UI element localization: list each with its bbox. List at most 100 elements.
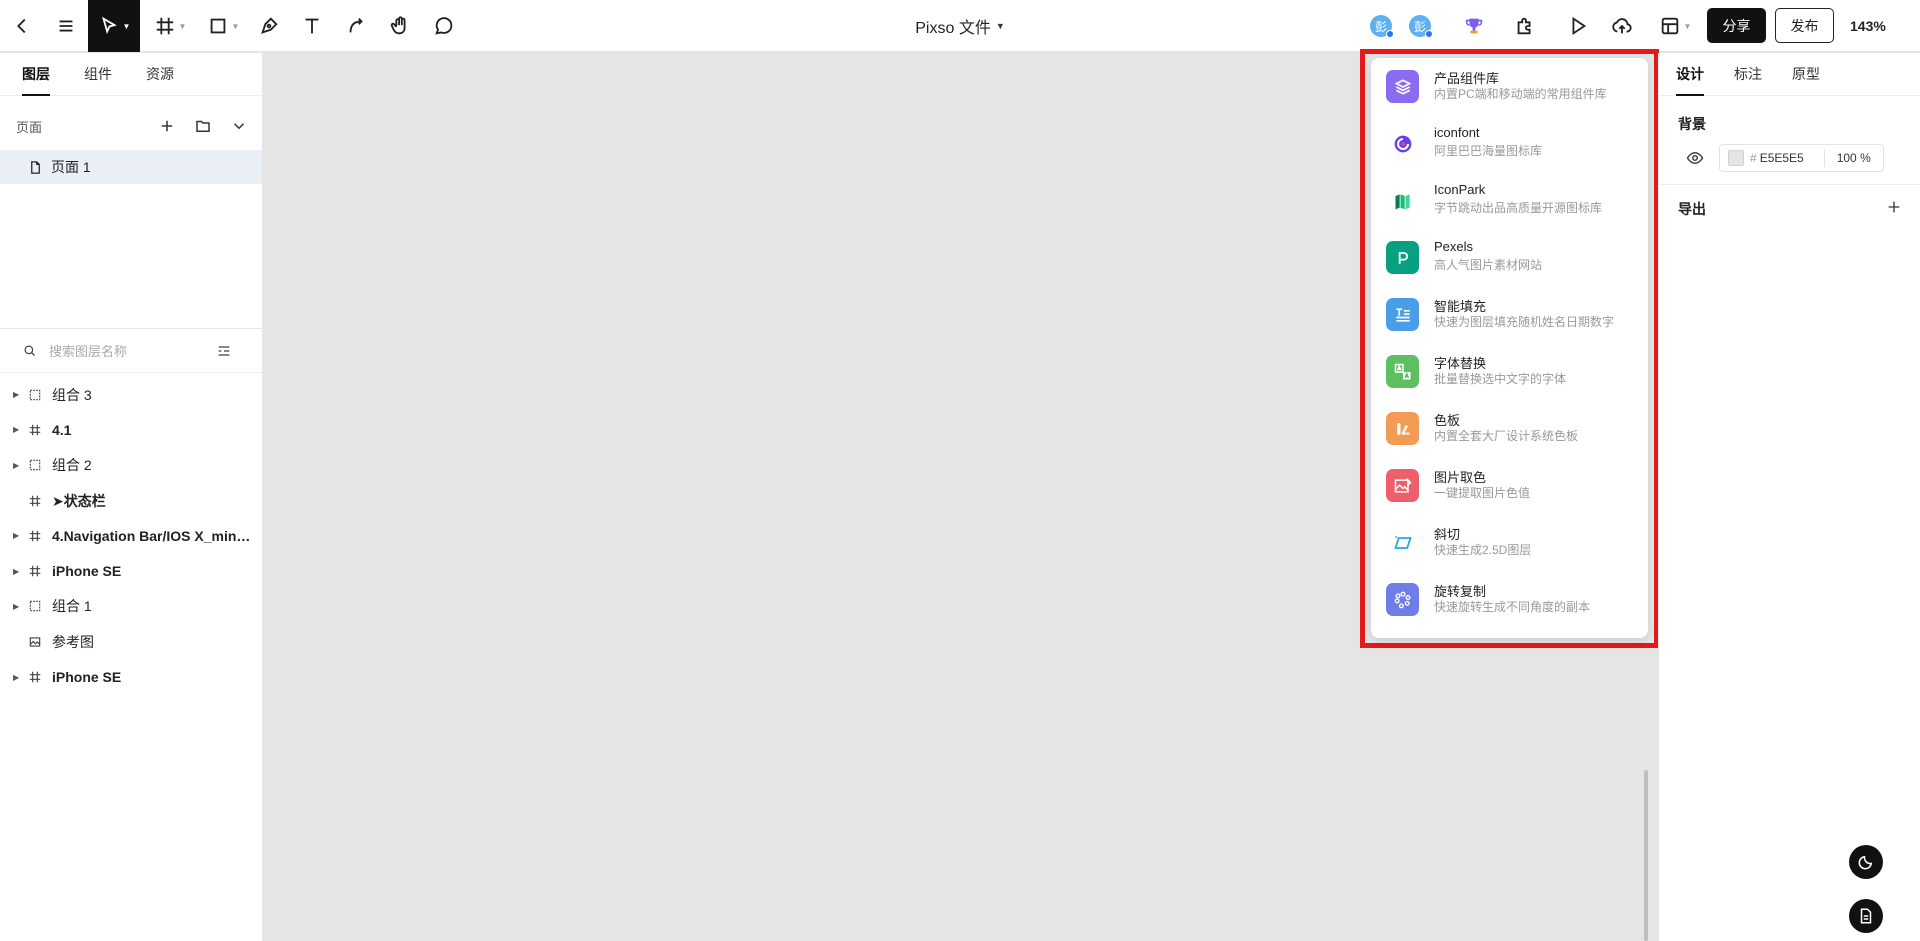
layer-row[interactable]: ▶ 组合 2	[0, 448, 262, 483]
presence-dot	[1425, 30, 1433, 38]
avatar[interactable]: 彭	[1409, 15, 1433, 38]
layer-name: iPhone SE	[52, 669, 122, 686]
shape-tool-button[interactable]: ▼	[205, 0, 241, 52]
layer-row[interactable]: ▶ iPhone SE	[0, 659, 262, 694]
layout-button[interactable]: ▼	[1656, 0, 1694, 52]
layer-row[interactable]: ▶ iPhone SE	[0, 553, 262, 588]
layer-search-input[interactable]: 搜索图层名称	[0, 329, 262, 373]
right-tabs: 设计 标注 原型	[1659, 53, 1920, 96]
expand-arrow-icon[interactable]: ▶	[13, 567, 19, 576]
presence-dot	[1386, 30, 1394, 38]
background-row: # E5E5E5 100 %	[1686, 144, 1896, 172]
layer-name: 4.Navigation Bar/IOS X_minimal	[52, 527, 252, 544]
frame-tool-button[interactable]: ▼	[152, 0, 188, 52]
connector-tool-icon[interactable]	[343, 0, 369, 52]
expand-arrow-icon[interactable]: ▶	[13, 461, 19, 470]
share-button[interactable]: 分享	[1707, 8, 1766, 43]
expand-arrow-icon[interactable]: ▶	[13, 390, 19, 399]
tab-assets[interactable]: 资源	[146, 53, 174, 96]
expand-arrow-icon[interactable]: ▶	[13, 602, 19, 611]
background-color-field[interactable]: # E5E5E5 100 %	[1719, 144, 1884, 172]
filter-icon[interactable]	[216, 343, 232, 359]
plugin-desc: 快速生成2.5D图层	[1434, 543, 1532, 557]
zoom-level[interactable]: 143%	[1850, 0, 1886, 52]
plugin-item-font-replace[interactable]: 字体替换 批量替换选中文字的字体	[1371, 343, 1648, 400]
plugin-name: Pexels	[1434, 239, 1474, 254]
expand-arrow-icon[interactable]: ▶	[13, 673, 19, 682]
tab-annotate[interactable]: 标注	[1734, 53, 1762, 96]
plugin-item-product-components[interactable]: 产品组件库 内置PC端和移动端的常用组件库	[1371, 58, 1648, 115]
canvas-scrollbar[interactable]	[1644, 770, 1648, 941]
image-color-picker-icon	[1386, 469, 1419, 502]
dark-mode-toggle[interactable]	[1849, 845, 1883, 879]
tab-components[interactable]: 组件	[84, 53, 112, 96]
file-title: Pixso 文件	[915, 20, 991, 37]
left-tabs: 图层 组件 资源	[0, 53, 262, 96]
folder-icon[interactable]	[194, 117, 212, 135]
layer-name: 组合 2	[52, 457, 92, 474]
play-icon[interactable]	[1565, 0, 1591, 52]
cloud-upload-icon[interactable]	[1609, 0, 1635, 52]
layer-row[interactable]: ▶ 4.1	[0, 412, 262, 447]
tab-design[interactable]: 设计	[1676, 53, 1704, 96]
trophy-icon[interactable]	[1461, 0, 1487, 52]
plugin-item-smart-fill[interactable]: 智能填充 快速为图层填充随机姓名日期数字	[1371, 286, 1648, 343]
back-icon[interactable]	[8, 0, 36, 52]
plugin-name: iconfont	[1434, 125, 1480, 140]
plugin-item-rotate-copy[interactable]: 旋转复制 快速旋转生成不同角度的副本	[1371, 571, 1648, 628]
comment-tool-icon[interactable]	[431, 0, 457, 52]
pen-tool-icon[interactable]	[256, 0, 282, 52]
background-section-title: 背景	[1678, 116, 1706, 132]
color-swatch[interactable]	[1728, 150, 1744, 166]
publish-button[interactable]: 发布	[1775, 8, 1834, 43]
hand-tool-icon[interactable]	[387, 0, 413, 52]
notes-button[interactable]	[1849, 899, 1883, 933]
expand-arrow-icon[interactable]: ▶	[13, 531, 19, 540]
chevron-down-icon: ▼	[122, 21, 131, 31]
plugin-item-iconfont[interactable]: iconfont 阿里巴巴海量图标库	[1371, 115, 1648, 172]
plugin-menu: 产品组件库 内置PC端和移动端的常用组件库 iconfont 阿里巴巴海量图标库…	[1371, 58, 1648, 638]
add-export-icon[interactable]	[1886, 199, 1902, 215]
chevron-down-icon: ▼	[995, 21, 1005, 31]
skew-icon	[1386, 526, 1419, 559]
hex-value[interactable]: E5E5E5	[1760, 151, 1824, 165]
file-title-dropdown[interactable]: Pixso 文件 ▼	[915, 0, 1005, 52]
layer-row[interactable]: ▶ 4.Navigation Bar/IOS X_minimal	[0, 518, 262, 553]
export-section-title: 导出	[1678, 201, 1706, 217]
opacity-value[interactable]: 100 %	[1837, 151, 1871, 165]
layer-name: 参考图	[52, 633, 94, 650]
plugin-item-palette[interactable]: 色板 内置全套大厂设计系统色板	[1371, 400, 1648, 457]
plugin-item-skew[interactable]: 斜切 快速生成2.5D图层	[1371, 514, 1648, 571]
layer-row[interactable]: ▶ 组合 3	[0, 377, 262, 412]
frame-icon	[156, 17, 173, 35]
chevron-down-icon[interactable]	[230, 117, 248, 135]
move-tool-button[interactable]: ▼	[88, 0, 140, 52]
layer-row[interactable]: 参考图	[0, 624, 262, 659]
chevron-down-icon: ▼	[231, 21, 240, 31]
eye-icon[interactable]	[1686, 149, 1704, 167]
menu-icon[interactable]	[52, 0, 80, 52]
frame-icon	[29, 671, 41, 683]
pages-header: 页面	[0, 97, 262, 155]
plugin-icon[interactable]	[1512, 0, 1538, 52]
expand-arrow-icon[interactable]: ▶	[13, 425, 19, 434]
plugin-item-iconpark[interactable]: IconPark 字节跳动出品高质量开源图标库	[1371, 172, 1648, 229]
rotate-copy-icon	[1386, 583, 1419, 616]
plugin-item-image-color[interactable]: 图片取色 一键提取图片色值	[1371, 457, 1648, 514]
layer-name: iPhone SE	[52, 563, 122, 580]
frame-icon	[29, 565, 41, 577]
tab-prototype[interactable]: 原型	[1792, 53, 1820, 96]
opacity-unit: %	[1860, 151, 1871, 165]
tab-layers[interactable]: 图层	[22, 53, 50, 96]
layer-row[interactable]: ➤状态栏	[0, 483, 262, 518]
add-page-icon[interactable]	[158, 117, 176, 135]
plugin-desc: 一键提取图片色值	[1434, 486, 1531, 500]
text-tool-icon[interactable]	[299, 0, 325, 52]
layer-name: 组合 1	[52, 598, 92, 615]
plugin-item-pexels[interactable]: Pexels 高人气图片素材网站	[1371, 229, 1648, 286]
layer-row[interactable]: ▶ 组合 1	[0, 589, 262, 624]
font-replace-icon	[1386, 355, 1419, 388]
page-item[interactable]: 页面 1	[0, 150, 262, 184]
avatar[interactable]: 彭	[1370, 15, 1394, 38]
pages-label: 页面	[16, 119, 43, 135]
